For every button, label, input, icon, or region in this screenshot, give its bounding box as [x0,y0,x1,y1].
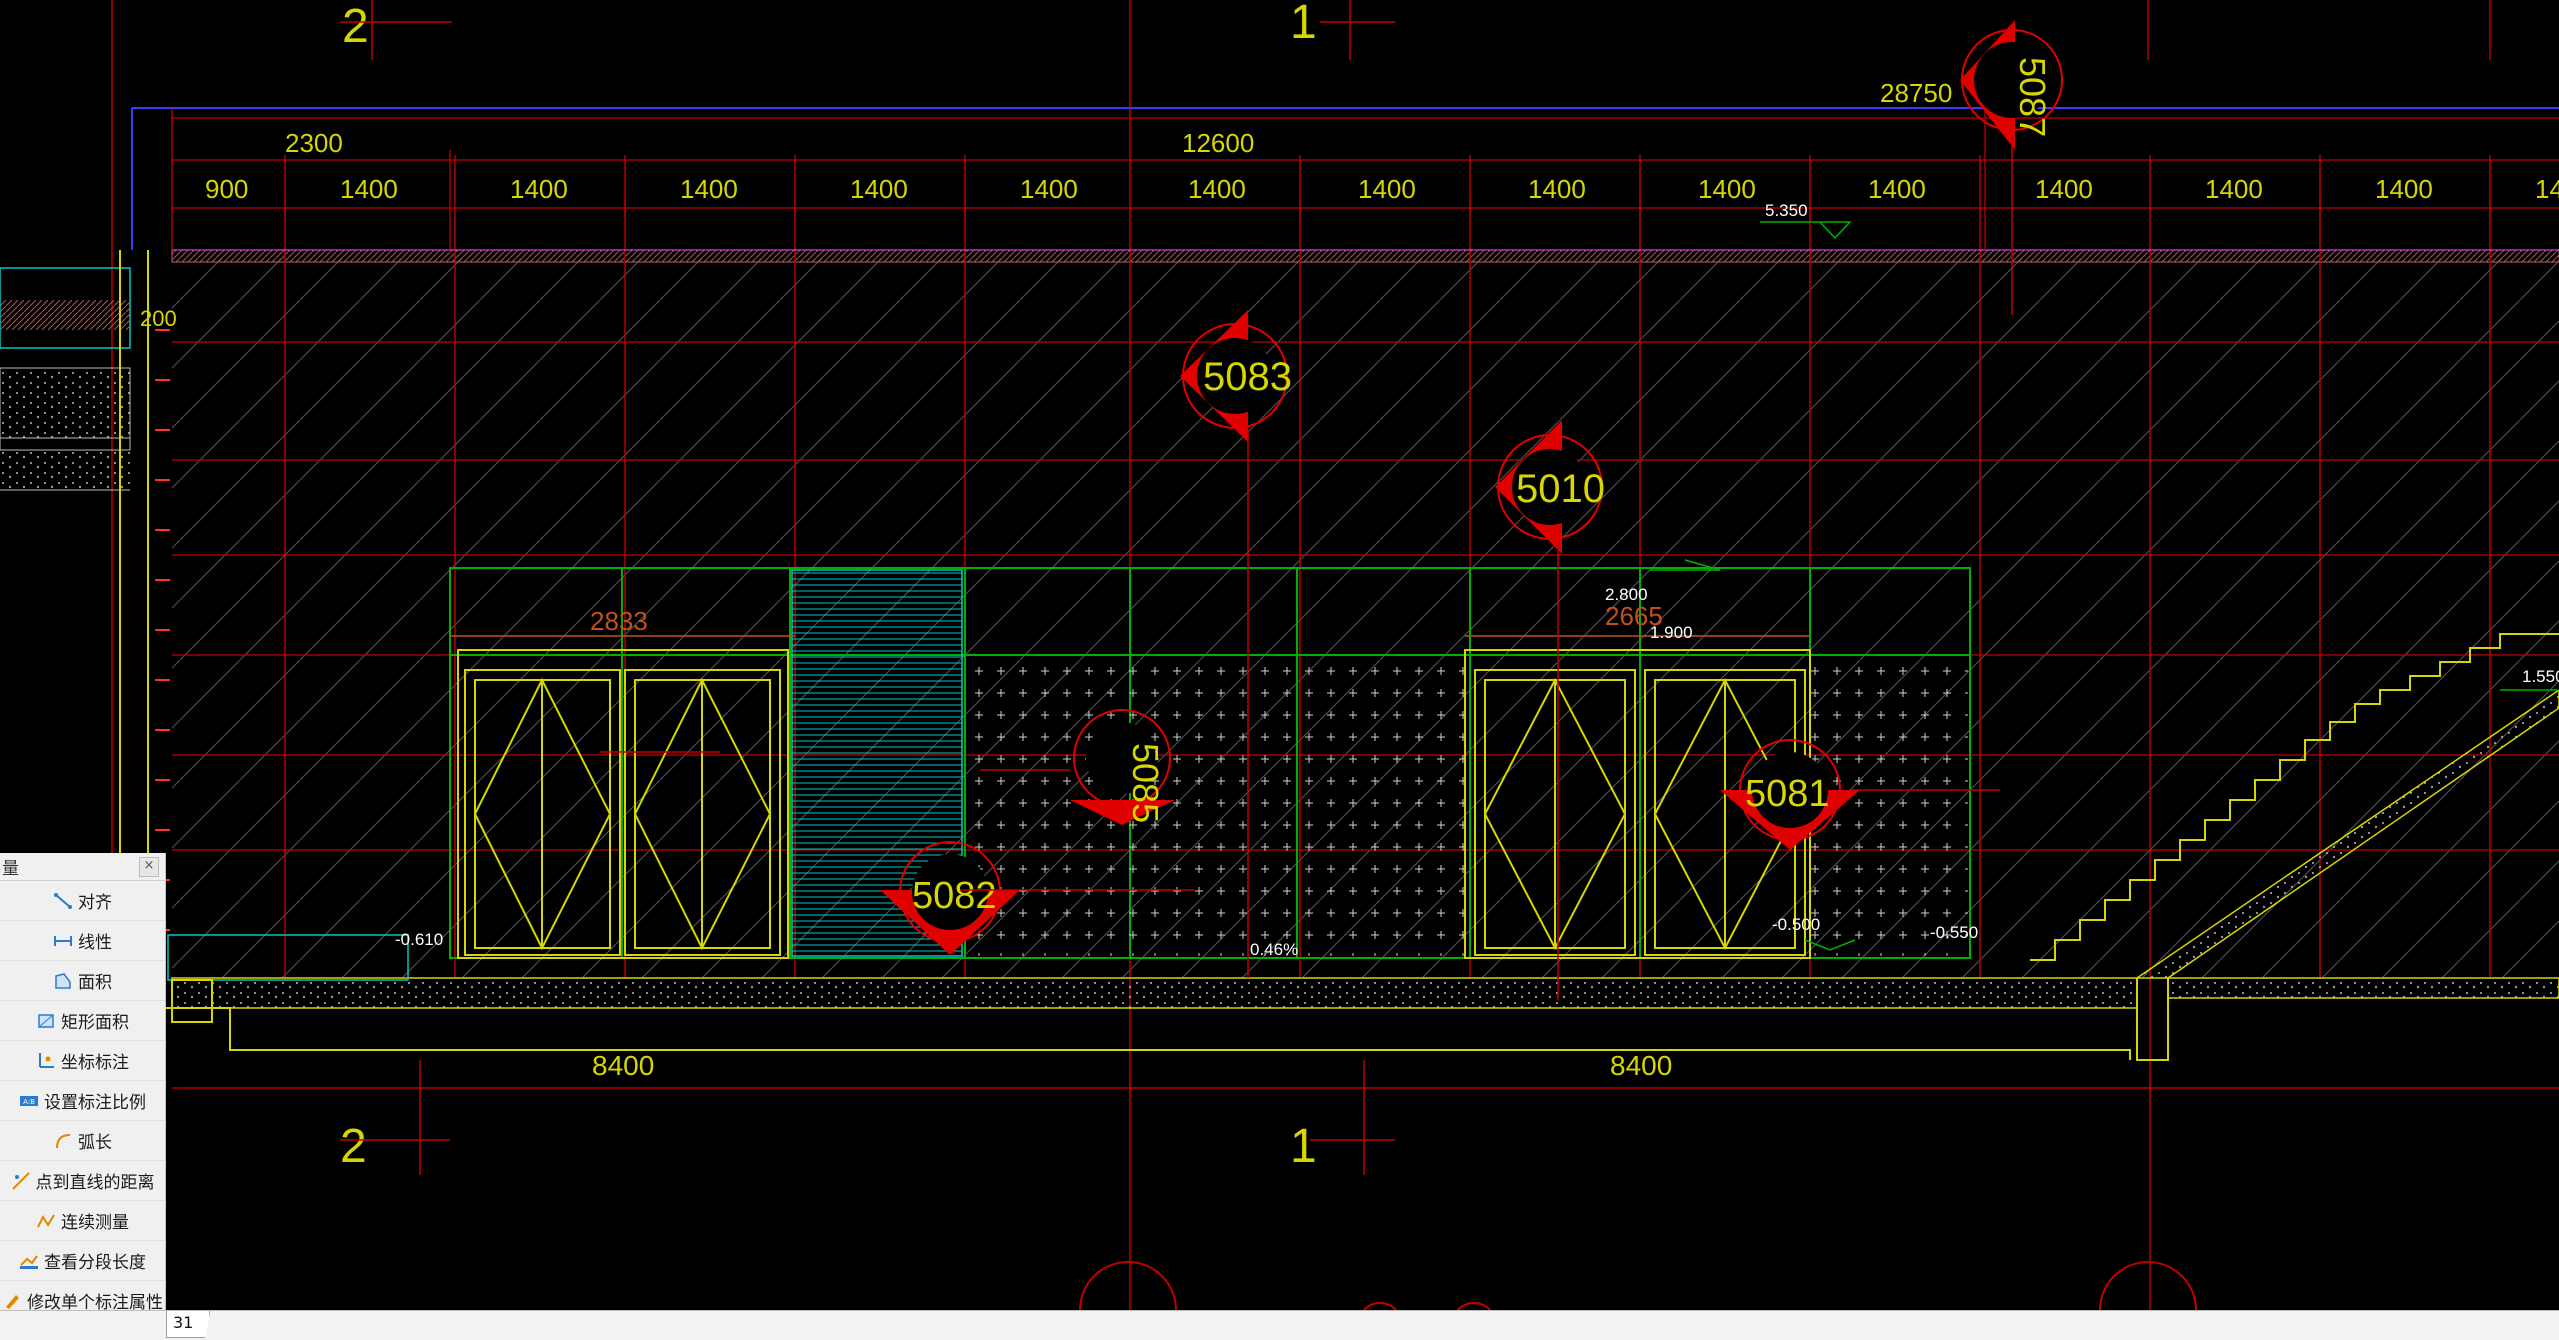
arc-icon [56,1133,71,1148]
area-icon [55,972,71,989]
edit-dim-icon [6,1294,19,1309]
dim-span-center: 12600 [1182,128,1254,158]
rect-area-icon [38,1013,54,1028]
dim-seg-7: 1400 [1358,174,1416,204]
tool-label: 对齐 [78,893,112,913]
align-icon [54,892,72,909]
tool-label: 点到直线的距离 [35,1173,155,1193]
callout-label: 5082 [912,875,997,917]
left-tick-marks [155,329,170,931]
dim-seg-12: 1400 [2205,174,2263,204]
callout-label: 5083 [1203,355,1292,399]
coordinate-icon [39,1052,54,1068]
tool-label: 面积 [78,973,112,993]
dim-small: 200 [140,306,177,331]
tool-area-button[interactable]: 面积 [0,961,165,1001]
slope-text: 0.46% [1250,940,1298,959]
dimension-lines-bottom [172,1075,2559,1100]
axis-label-bottom-left: 2 [340,1120,367,1173]
level-mid: 1.900 [1650,623,1693,642]
roof-beam [171,249,2559,263]
segment-icon [20,1254,38,1269]
layout-tab[interactable]: 31 [166,1311,211,1338]
tool-segment-button[interactable]: 查看分段长度 [0,1241,165,1281]
panel-title: 量 [2,859,19,879]
dim-span-left: 2300 [285,128,343,158]
dim-total: 28750 [1880,78,1952,108]
tool-label: 坐标标注 [61,1053,129,1073]
continuous-icon [37,1213,55,1227]
dim-seg-8: 1400 [1528,174,1586,204]
axis-label-top-left: 2 [342,0,369,53]
measure-tool-panel: 量 × 对齐 线性 面积 矩形面积 坐标标注 A:B 设置标注比例 弧长 点到直… [0,853,166,1339]
cad-drawing-canvas[interactable]: 28750 2300 12600 900 1400 1400 1400 1400… [0,0,2559,1339]
tool-scale-button[interactable]: A:B 设置标注比例 [0,1081,165,1121]
level-top: 5.350 [1765,201,1808,220]
tool-coordinate-button[interactable]: 坐标标注 [0,1041,165,1081]
dim-seg-14: 14 [2535,174,2559,204]
level-left-floor: -0.610 [395,930,443,949]
close-icon[interactable]: × [139,856,159,877]
panel-header: 量 × [0,853,165,881]
scale-icon: A:B [20,1095,38,1106]
dimension-texts-bottom: 8400 8400 [592,1050,1672,1081]
level-floor2: -0.550 [1930,923,1978,942]
callout-label: 5087 [2012,57,2053,137]
axis-label-top-center: 1 [1290,0,1317,49]
tool-label: 设置标注比例 [44,1093,146,1113]
tool-label: 矩形面积 [61,1013,129,1033]
tool-linear-button[interactable]: 线性 [0,921,165,961]
dim-seg-1: 1400 [340,174,398,204]
tool-arc-button[interactable]: 弧长 [0,1121,165,1161]
dim-seg-6: 1400 [1188,174,1246,204]
dim-seg-0: 900 [205,174,248,204]
dim-seg-5: 1400 [1020,174,1078,204]
dim-seg-3: 1400 [680,174,738,204]
dim-bottom-right: 8400 [1610,1050,1672,1081]
tool-label: 连续测量 [61,1213,129,1233]
tool-label: 查看分段长度 [44,1253,146,1273]
tool-point-line-button[interactable]: 点到直线的距离 [0,1161,165,1201]
layout-tab-bar: 31 [0,1310,2559,1340]
axis-label-bottom-center: 1 [1290,1120,1317,1173]
callout-5087[interactable]: 5087 [1960,20,2063,150]
dim-bottom-left: 8400 [592,1050,654,1081]
dim-seg-2: 1400 [510,174,568,204]
tool-align-button[interactable]: 对齐 [0,881,165,921]
level-stair: 1.550 [2522,667,2559,686]
dim-seg-9: 1400 [1698,174,1756,204]
point-line-icon [11,1171,30,1190]
tool-continuous-button[interactable]: 连续测量 [0,1201,165,1241]
tool-label: 线性 [78,933,112,953]
level-floor1: -0.500 [1772,915,1820,934]
callout-label: 5081 [1745,773,1830,815]
callout-label: 5085 [1125,743,1166,823]
dim-seg-13: 1400 [2375,174,2433,204]
door-width-left: 2833 [590,606,648,636]
level-door: 2.800 [1605,585,1648,604]
svg-text:A:B: A:B [23,1098,35,1106]
dim-seg-10: 1400 [1868,174,1926,204]
tool-rect-area-button[interactable]: 矩形面积 [0,1001,165,1041]
callout-label: 5010 [1516,467,1605,511]
linear-dim-icon [54,935,72,946]
tool-label: 弧长 [78,1133,112,1153]
dim-seg-4: 1400 [850,174,908,204]
dim-seg-11: 1400 [2035,174,2093,204]
outline-lines [131,107,2559,251]
